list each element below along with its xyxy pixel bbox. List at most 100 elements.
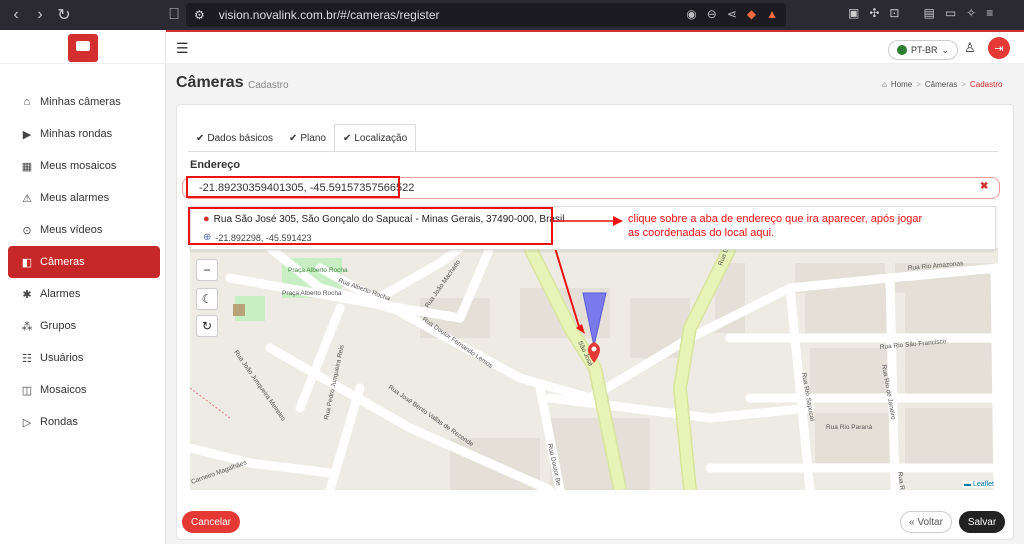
site-info-icon[interactable]: ⚙ — [194, 8, 205, 22]
clear-icon[interactable]: ✖ — [980, 181, 988, 192]
sidebar-item-label: Grupos — [40, 320, 77, 332]
home-icon: ⌂ — [882, 80, 887, 89]
back-icon[interactable]: ‹ — [4, 3, 28, 27]
attribution-text: Leaflet — [972, 481, 994, 488]
map[interactable]: Praça Alberto Rocha Rua Alberto Rocha Pr… — [190, 248, 998, 490]
tab-dados-basicos[interactable]: ✔ Dados básicos — [188, 124, 281, 152]
brave-shield-icon[interactable]: ◆ — [747, 7, 756, 21]
tab-label: Dados básicos — [207, 132, 273, 144]
group-icon: ⁂ — [21, 320, 33, 333]
sidebar-item-usuarios[interactable]: ☷ Usuários — [8, 342, 160, 374]
zoom-out-button[interactable]: − — [196, 259, 218, 281]
brand-logo[interactable] — [68, 34, 98, 62]
theme-toggle-button[interactable]: ☾ — [196, 288, 218, 310]
breadcrumb: ⌂ Home > Câmeras > Cadastro — [882, 80, 1002, 89]
chevron-down-icon: ⌄ — [941, 44, 950, 55]
sidebar-item-grupos[interactable]: ⁂ Grupos — [8, 310, 160, 342]
users-icon: ☷ — [22, 352, 32, 365]
tab-localizacao[interactable]: ✔ Localização — [333, 124, 417, 152]
check-icon: ✔ — [342, 132, 352, 144]
sidebar-menu: ⌂ Minhas câmeras ▶ Minhas rondas ▦ Meus mos… — [8, 86, 160, 438]
moon-icon: ☾ — [201, 292, 213, 306]
street-label: Praça Alberto Rocha — [282, 290, 342, 297]
logout-icon: ⇥ — [994, 42, 1004, 55]
alarm-light-icon: ✱ — [22, 288, 32, 301]
screenshot-icon[interactable]: ⊡ — [889, 6, 899, 20]
rounds-icon: ▷ — [22, 416, 32, 429]
logout-button[interactable]: ⇥ — [988, 37, 1010, 59]
sidebar-item-rondas[interactable]: ▷ Rondas — [8, 406, 160, 438]
play-circle-icon: ⊙ — [22, 224, 32, 237]
save-button[interactable]: Salvar — [959, 511, 1005, 533]
home-icon: ⌂ — [23, 96, 31, 108]
hamburger-menu-icon[interactable]: ☰ — [176, 40, 189, 57]
url-text: vision.novalink.com.br/#/cameras/registe… — [218, 8, 440, 22]
bookmark-icon[interactable]: ⎕ — [162, 3, 186, 27]
flag-ua-icon: ▬ — [964, 481, 971, 488]
check-icon: ✔ — [288, 132, 298, 144]
grid-icon: ▦ — [21, 160, 33, 173]
wallet-icon[interactable]: ▭ — [945, 6, 956, 20]
play-square-icon: ▶ — [22, 128, 32, 141]
refresh-map-button[interactable]: ↻ — [196, 315, 218, 337]
street-label: Praça Alberto Rocha — [288, 267, 348, 274]
marker-dot — [591, 346, 597, 352]
sidebar-item-cameras[interactable]: ◧ Câmeras — [8, 246, 160, 278]
sidebar-item-label: Mosaicos — [40, 384, 87, 396]
cancel-button[interactable]: Cancelar — [182, 511, 240, 533]
form-tabs: ✔ Dados básicos ✔ Plano ✔ Localização — [188, 124, 417, 152]
building-poi-icon — [233, 304, 245, 316]
tab-label: Localização — [354, 132, 408, 144]
breadcrumb-current: Cadastro — [969, 80, 1003, 89]
sidebar-item-label: Minhas rondas — [40, 128, 113, 140]
back-button[interactable]: « Voltar — [900, 511, 952, 533]
breadcrumb-cameras[interactable]: Câmeras — [925, 80, 957, 89]
browser-toolbar: ‹ › ↻ ⎕ ⚙ vision.novalink.com.br/#/camer… — [0, 0, 1024, 30]
annotation-text: clique sobre a aba de endereço que ira a… — [628, 213, 923, 239]
page-subtitle: Cadastro — [248, 80, 289, 91]
sidebar-item-minhas-rondas[interactable]: ▶ Minhas rondas — [8, 118, 160, 150]
sidebar-item-label: Câmeras — [40, 256, 85, 268]
breadcrumb-separator: > — [916, 80, 921, 89]
page-title: Câmeras — [176, 74, 244, 91]
language-selector[interactable]: PT-BR ⌄ — [888, 40, 959, 60]
sidebar-item-meus-alarmes[interactable]: ⚠ Meus alarmes — [8, 182, 160, 214]
rewards-icon[interactable]: ▲ — [766, 7, 778, 21]
check-icon: ✔ — [196, 132, 205, 144]
puzzle-icon[interactable]: ✣ — [869, 6, 879, 20]
zoom-icon[interactable]: ⊖ — [707, 7, 717, 21]
mosaic-icon: ◫ — [21, 384, 33, 397]
sidebar-item-label: Alarmes — [40, 288, 81, 300]
camera-icon: ◧ — [21, 256, 33, 269]
sidebar-item-alarmes[interactable]: ✱ Alarmes — [8, 278, 160, 310]
menu-icon[interactable]: ≡ — [986, 6, 993, 20]
address-bar[interactable]: ⚙ vision.novalink.com.br/#/cameras/regis… — [186, 3, 786, 27]
location-icon[interactable]: ◉ — [686, 7, 696, 21]
highlight-coordinates-box — [186, 176, 400, 198]
sidebar-item-label: Meus mosaicos — [40, 160, 117, 172]
user-icon[interactable]: ♙ — [964, 40, 976, 56]
reload-icon[interactable]: ↻ — [52, 3, 76, 27]
sidebar-item-minhas-cameras[interactable]: ⌂ Minhas câmeras — [8, 86, 160, 118]
sidebar-item-label: Meus vídeos — [40, 224, 103, 236]
sidebar-toggle-icon[interactable]: ▤ — [923, 6, 934, 20]
extension-icon[interactable]: ▣ — [848, 6, 859, 20]
map-attribution[interactable]: ▬ Leaflet — [962, 481, 996, 488]
ai-icon[interactable]: ✧ — [966, 6, 976, 20]
sidebar-item-label: Rondas — [40, 416, 78, 428]
breadcrumb-home[interactable]: Home — [891, 80, 912, 89]
annotation-arrow-right — [553, 216, 623, 226]
map-canvas: Praça Alberto Rocha Rua Alberto Rocha Pr… — [190, 248, 998, 490]
sidebar-item-meus-mosaicos[interactable]: ▦ Meus mosaicos — [8, 150, 160, 182]
highlight-suggestion-box — [188, 207, 553, 245]
share-icon[interactable]: ⋖ — [727, 7, 737, 21]
sidebar-item-mosaicos[interactable]: ◫ Mosaicos — [8, 374, 160, 406]
app-header: ☰ PT-BR ⌄ ♙ ⇥ — [166, 32, 1024, 64]
street-label: Rua Rio Paraná — [826, 424, 873, 431]
sidebar-item-label: Minhas câmeras — [40, 96, 121, 108]
sidebar-item-meus-videos[interactable]: ⊙ Meus vídeos — [8, 214, 160, 246]
tab-plano[interactable]: ✔ Plano — [281, 124, 334, 152]
breadcrumb-separator: > — [961, 80, 966, 89]
address-label: Endereço — [190, 159, 241, 171]
forward-icon[interactable]: › — [28, 3, 52, 27]
